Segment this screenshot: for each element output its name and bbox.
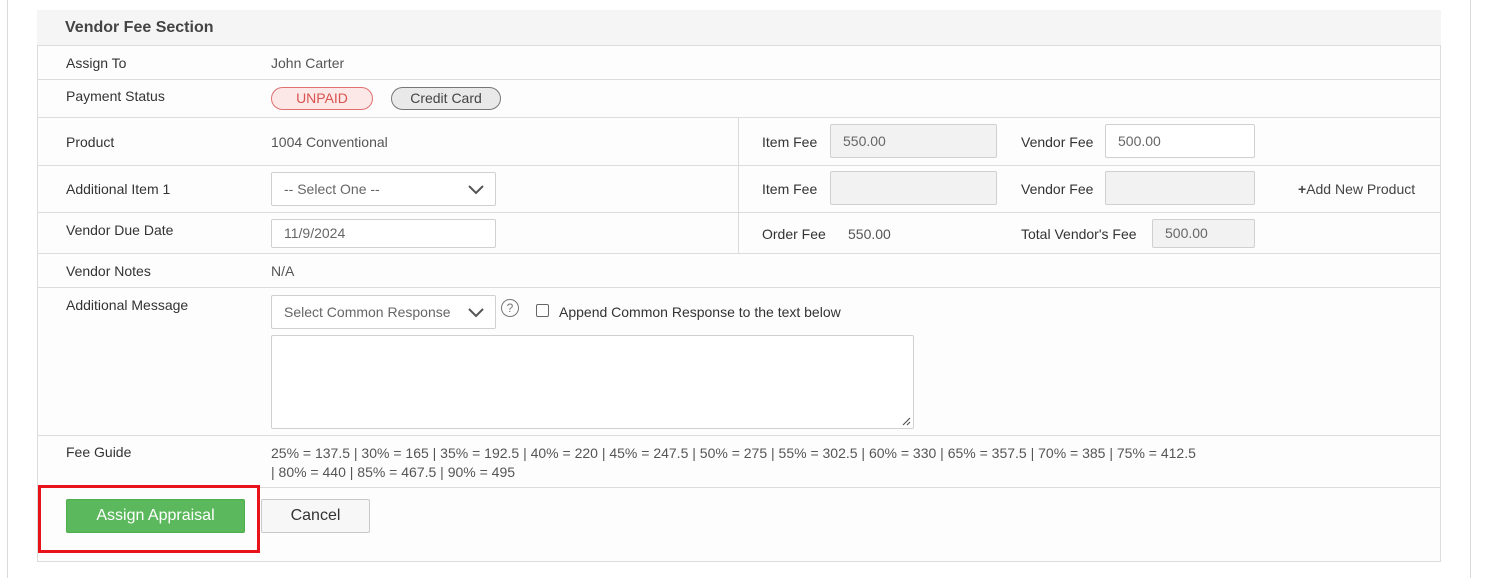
section-title: Vendor Fee Section: [65, 19, 214, 36]
due-date-field[interactable]: 11/9/2024: [271, 219, 496, 248]
payment-status-label: Payment Status: [66, 88, 165, 104]
total-vendor-fee-label: Total Vendor's Fee: [1021, 226, 1137, 242]
append-response-label: Append Common Response to the text below: [559, 304, 841, 320]
order-fee-label: Order Fee: [762, 226, 826, 242]
fee-guide-line-1: 25% = 137.5 | 30% = 165 | 35% = 192.5 | …: [271, 445, 1196, 461]
assign-to-value: John Carter: [271, 55, 345, 71]
help-icon[interactable]: ?: [501, 299, 519, 317]
chevron-down-icon: [468, 185, 484, 195]
order-fee-value: 550.00: [848, 226, 891, 242]
chevron-down-icon: [468, 308, 484, 318]
unpaid-badge: UNPAID: [271, 87, 373, 110]
additional-message-textarea[interactable]: [271, 335, 914, 429]
item-fee-field[interactable]: 550.00: [830, 124, 997, 158]
section-header: Vendor Fee Section: [37, 10, 1441, 46]
resize-handle-icon[interactable]: [901, 416, 911, 426]
vendor-fee-label: Vendor Fee: [1021, 134, 1094, 150]
add-new-product-link[interactable]: +Add New Product: [1298, 181, 1415, 197]
due-date-label: Vendor Due Date: [66, 222, 174, 238]
total-vendor-fee-field[interactable]: 500.00: [1152, 219, 1255, 248]
additional-item-select[interactable]: -- Select One --: [271, 172, 496, 206]
additional-item-select-value: -- Select One --: [284, 181, 380, 197]
highlight-box: [38, 485, 260, 553]
common-response-select[interactable]: Select Common Response: [271, 295, 496, 329]
fee-guide-text: 25% = 137.5 | 30% = 165 | 35% = 192.5 | …: [271, 444, 1231, 482]
vendor-notes-value: N/A: [271, 263, 295, 279]
assign-to-label: Assign To: [66, 55, 127, 71]
column-divider: [738, 118, 739, 254]
item-fee-label: Item Fee: [762, 134, 818, 150]
fee-guide-line-2: | 80% = 440 | 85% = 467.5 | 90% = 495: [271, 464, 516, 480]
plus-icon: +: [1298, 181, 1307, 197]
payment-method-badge: Credit Card: [391, 87, 501, 110]
common-response-select-value: Select Common Response: [284, 304, 451, 320]
additional-message-label: Additional Message: [66, 297, 189, 313]
payment-status-row: [37, 80, 1441, 118]
fee-guide-label: Fee Guide: [66, 444, 132, 460]
additional-vendor-fee-label: Vendor Fee: [1021, 181, 1094, 197]
additional-vendor-fee-field[interactable]: [1105, 171, 1255, 205]
additional-item-label: Additional Item 1: [66, 181, 171, 197]
vendor-notes-label: Vendor Notes: [66, 263, 151, 279]
product-label: Product: [66, 134, 115, 150]
additional-item-fee-label: Item Fee: [762, 181, 818, 197]
cancel-button[interactable]: Cancel: [261, 499, 370, 533]
vendor-fee-field[interactable]: 500.00: [1105, 124, 1255, 158]
add-new-product-label: Add New Product: [1306, 181, 1416, 197]
additional-item-fee-field[interactable]: [830, 171, 997, 205]
vendor-notes-row: [37, 254, 1441, 288]
product-value: 1004 Conventional: [271, 134, 388, 150]
append-response-checkbox[interactable]: [536, 304, 549, 317]
assign-to-row: [37, 46, 1441, 80]
